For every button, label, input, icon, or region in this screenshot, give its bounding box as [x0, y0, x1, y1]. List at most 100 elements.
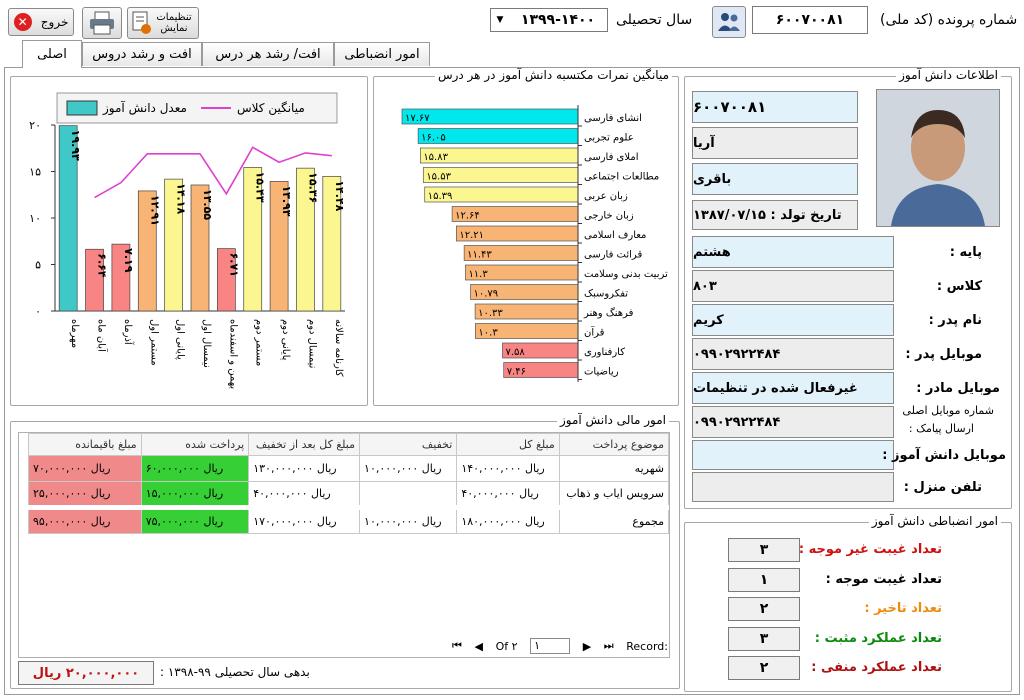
- subject-name-12: کارفناوری: [584, 347, 625, 358]
- subject-bar-label-5: ۱۲.۶۴: [455, 211, 480, 222]
- table-cell: ریال ۹۵,۰۰۰,۰۰۰: [28, 505, 142, 534]
- column-header[interactable]: موضوع پرداخت: [558, 433, 670, 456]
- student-code-field: ۶۰۰۷۰۰۸۱: [692, 91, 858, 123]
- class-field: ۸۰۳: [692, 270, 894, 302]
- x-tick-label-9: نیمسال دوم: [306, 319, 317, 368]
- table-cell: [359, 481, 458, 508]
- tab-main[interactable]: اصلی: [22, 40, 82, 68]
- subject-name-8: تربیت بدنی وسلامت: [584, 269, 668, 280]
- legend-label-student: معدل دانش آموز: [102, 100, 187, 116]
- national-code-label: شماره پرونده (کد ملی): [880, 12, 1018, 28]
- first-name-field: آریا: [692, 127, 858, 159]
- subject-bar-label-2: ۱۵.۸۳: [423, 152, 448, 163]
- tab-per-subject-trend[interactable]: افت/ رشد هر درس: [202, 42, 334, 66]
- year-value: ۱۳۹۹-۱۴۰۰: [520, 12, 596, 28]
- monthly-average-chart: ۰ ۵ ۱۰ ۱۵ ۲۰ معدل دانش آموز میانگین کلاس ۱۹.۹۳ م…: [29, 92, 346, 389]
- discipline-label-4: تعداد عملکرد منفی :: [811, 660, 942, 675]
- bar-label-6: ۶.۷۱: [227, 253, 240, 277]
- father-name-field: کریم: [692, 304, 894, 336]
- bar-label-10: ۱۴.۴۸: [333, 180, 346, 211]
- subject-bar-label-11: ۱۰.۳: [478, 328, 498, 339]
- sms-mobile-field: ۰۹۹۰۲۹۲۲۴۸۴: [692, 406, 894, 438]
- father-name-label: نام پدر :: [928, 313, 982, 328]
- student-info-title: اطلاعات دانش آموز: [896, 68, 1001, 82]
- mother-mobile-label: موبایل مادر :: [916, 381, 1000, 396]
- father-mobile-label: موبایل پدر :: [905, 347, 982, 362]
- discipline-value-1: ۱: [728, 567, 800, 592]
- last-record-icon[interactable]: ⏭: [604, 639, 614, 653]
- subject-bar-label-13: ۷.۴۶: [507, 367, 526, 378]
- settings-sheet-icon: [132, 11, 151, 34]
- subject-name-11: قرآن: [584, 326, 605, 339]
- bar-label-2: ۷.۱۹: [122, 248, 135, 273]
- close-icon: ✕: [13, 13, 32, 31]
- subject-bar-label-6: ۱۲.۲۱: [459, 230, 484, 241]
- exit-button[interactable]: ✕ خروج: [8, 8, 74, 36]
- table-row[interactable]: سرویس ایاب و ذهاب ریال ۴۰,۰۰۰,۰۰۰ ریال ۴۰,…: [28, 481, 670, 508]
- table-cell: شهریه: [558, 455, 670, 482]
- y-tick-label: ۵: [35, 259, 41, 272]
- legend-swatch-student: [66, 100, 98, 116]
- student-search-button[interactable]: [712, 6, 746, 38]
- subject-name-3: مطالعات اجتماعی: [584, 172, 659, 183]
- bar-label-1: ۶.۶۴: [96, 253, 109, 278]
- tab-subjects-trend[interactable]: افت و رشد دروس: [82, 42, 202, 66]
- bar-label-5: ۱۳.۵۵: [201, 189, 214, 220]
- y-tick-label: ۱۵: [29, 166, 41, 179]
- x-tick-label-10: کارنامه سالانه: [333, 319, 344, 377]
- column-header[interactable]: تخفیف: [359, 433, 458, 456]
- table-row[interactable]: شهریه ریال ۱۴۰,۰۰۰,۰۰۰ ریال ۱۰,۰۰۰,۰۰۰ ریال…: [28, 455, 670, 482]
- tab-discipline[interactable]: امور انضباطی: [334, 42, 430, 66]
- subject-bar-label-8: ۱۱.۳: [468, 269, 488, 280]
- discipline-value-0: ۳: [728, 538, 800, 562]
- column-header[interactable]: پرداخت شده: [140, 433, 250, 456]
- print-button[interactable]: [82, 7, 122, 39]
- table-cell: ریال ۱۵,۰۰۰,۰۰۰: [140, 481, 250, 508]
- printer-icon: [90, 11, 114, 35]
- sms-mobile-label-2: ارسال پیامک :: [908, 422, 974, 435]
- subject-scores-panel: میانگین نمرات مکتسبه دانش آموز در هر درس…: [373, 68, 679, 406]
- y-tick-label: ۱۰: [29, 212, 41, 225]
- chart-legend: معدل دانش آموز میانگین کلاس: [56, 92, 338, 124]
- discipline-title: امور انضباطی دانش آموز: [868, 514, 1001, 528]
- subject-bar-label-0: ۱۷.۶۷: [405, 113, 430, 124]
- table-cell: سرویس ایاب و ذهاب: [558, 481, 670, 508]
- last-name-field: باقری: [692, 163, 858, 195]
- table-total-row[interactable]: مجموع ریال ۱۸۰,۰۰۰,۰۰۰ ریال ۱۰,۰۰۰,۰۰۰ ریال…: [28, 505, 670, 534]
- prev-record-icon[interactable]: ◀: [475, 640, 483, 653]
- debt-label: بدهی سال تحصیلی ۹۹-۱۳۹۸ :: [160, 665, 310, 679]
- x-tick-label-7: مستمر دوم: [254, 319, 265, 366]
- discipline-label-0: تعداد غیبت غیر موجه :: [798, 542, 942, 557]
- discipline-label-3: تعداد عملکرد مثبت :: [814, 630, 942, 646]
- table-cell: ریال ۴۰,۰۰۰,۰۰۰: [248, 481, 361, 508]
- column-header[interactable]: مبلغ کل: [456, 433, 560, 456]
- student-mobile-label: موبایل دانش آموز :: [882, 448, 1006, 463]
- subject-bar-label-1: ۱۶.۰۵: [421, 133, 446, 144]
- x-tick-label-3: مستمر اول: [148, 319, 159, 366]
- y-tick-label: ۲۰: [29, 119, 41, 132]
- table-cell: ریال ۷۰,۰۰۰,۰۰۰: [28, 455, 142, 482]
- birth-date-field: تاریخ تولد : ۱۳۸۷/۰۷/۱۵: [692, 200, 858, 230]
- table-cell: ریال ۴۰,۰۰۰,۰۰۰: [456, 481, 560, 508]
- next-record-icon[interactable]: ▶: [583, 640, 591, 653]
- monthly-average-chart-panel: ۰ ۵ ۱۰ ۱۵ ۲۰ معدل دانش آموز میانگین کلاس ۱۹.۹۳ م…: [10, 76, 368, 406]
- legend-label-class: میانگین کلاس: [237, 101, 305, 116]
- display-settings-button[interactable]: تنظیمات نمایش: [127, 7, 199, 39]
- subject-bar-label-9: ۱۰.۷۹: [474, 289, 499, 300]
- student-avatar-icon: [877, 90, 999, 226]
- subject-bar-label-10: ۱۰.۳۳: [478, 308, 503, 319]
- column-header[interactable]: مبلغ باقیمانده: [28, 433, 142, 456]
- table-header-row: موضوع پرداخت مبلغ کل تخفیف مبلغ کل بعد از ت…: [28, 433, 670, 456]
- subject-name-1: علوم تجربی: [584, 133, 634, 144]
- x-tick-label-6: بهمن و اسفندماه: [227, 319, 238, 389]
- table-cell: مجموع: [558, 505, 670, 534]
- chevron-down-icon[interactable]: ▼: [491, 15, 509, 25]
- national-code-input[interactable]: ۶۰۰۷۰۰۸۱: [752, 6, 868, 34]
- discipline-value-4: ۲: [728, 656, 800, 680]
- year-select[interactable]: ▼ ۱۳۹۹-۱۴۰۰: [490, 8, 608, 32]
- home-phone-field: [692, 472, 894, 502]
- first-record-icon[interactable]: ⏮: [452, 639, 462, 653]
- subject-name-10: فرهنگ وهنر: [583, 307, 634, 319]
- column-header[interactable]: مبلغ کل بعد از تخفیف: [248, 433, 361, 456]
- record-current-input[interactable]: ۱: [530, 638, 571, 654]
